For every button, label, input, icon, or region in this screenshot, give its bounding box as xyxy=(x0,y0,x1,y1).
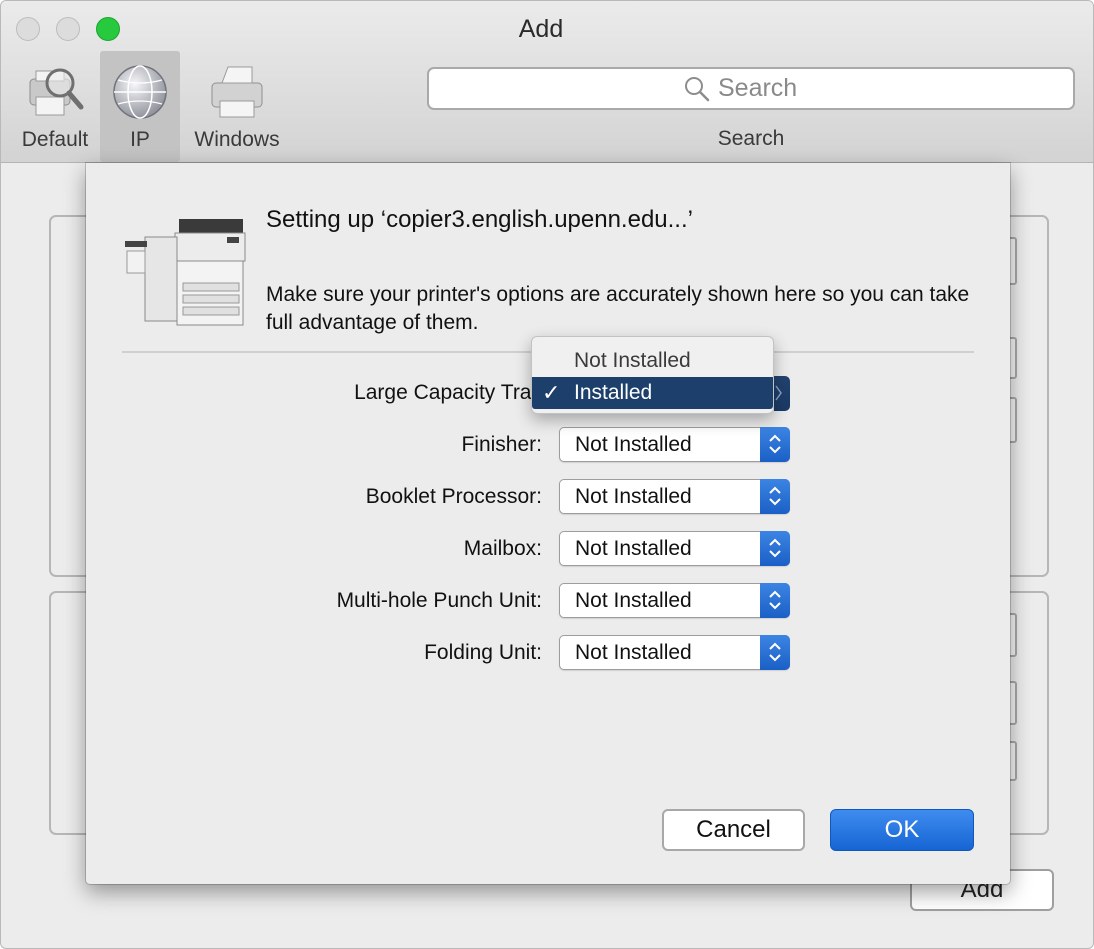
toolbar-windows-button[interactable]: Windows xyxy=(185,51,289,162)
toolbar-ip-label: IP xyxy=(130,128,150,151)
up-down-chevron-icon xyxy=(769,486,781,506)
popup-stepper xyxy=(760,635,790,670)
window-title: Add xyxy=(518,15,564,43)
checkmark-icon: ✓ xyxy=(542,380,561,405)
mailbox-value: Not Installed xyxy=(575,537,692,560)
title-toolbar: Add Default IP Windows Search Search xyxy=(1,1,1093,163)
toolbar-default-button[interactable]: Default xyxy=(11,51,99,162)
folding-unit-value: Not Installed xyxy=(575,641,692,664)
finisher-value: Not Installed xyxy=(575,433,692,456)
booklet-processor-value: Not Installed xyxy=(575,485,692,508)
multi-hole-punch-unit-popup[interactable]: Not Installed xyxy=(559,583,790,618)
toolbar-default-label: Default xyxy=(21,128,89,151)
sheet-title: Setting up ‘copier3.english.upenn.edu...… xyxy=(266,206,693,233)
up-down-chevron-icon xyxy=(769,590,781,610)
option-label-large-capacity-tray: Large Capacity Tray xyxy=(354,381,542,404)
search-field[interactable] xyxy=(427,67,1075,110)
option-label-mailbox: Mailbox: xyxy=(463,537,542,560)
option-label-multi-hole-punch-unit: Multi-hole Punch Unit: xyxy=(336,589,542,612)
multi-hole-punch-unit-value: Not Installed xyxy=(575,589,692,612)
menu-item-label: Not Installed xyxy=(574,349,691,372)
printer-setup-sheet: Setting up ‘copier3.english.upenn.edu...… xyxy=(86,163,1010,884)
popup-stepper xyxy=(760,427,790,462)
search-input[interactable] xyxy=(718,74,818,103)
copier-printer-icon xyxy=(125,219,246,326)
search-label: Search xyxy=(717,127,785,150)
up-down-chevron-icon xyxy=(769,642,781,662)
chevron-right-icon xyxy=(775,385,782,401)
windows-printer-icon xyxy=(211,66,263,118)
ok-button[interactable]: OK xyxy=(830,809,974,851)
toolbar-ip-button[interactable]: IP xyxy=(100,51,180,162)
sheet-message: Make sure your printer's options are acc… xyxy=(266,283,970,334)
option-label-booklet-processor: Booklet Processor: xyxy=(365,485,542,508)
menu-item-not-installed[interactable]: Not Installed xyxy=(532,345,773,377)
popup-stepper xyxy=(760,583,790,618)
toolbar-windows-label: Windows xyxy=(194,128,280,151)
magnifier-icon xyxy=(685,76,710,101)
globe-icon xyxy=(113,65,167,119)
mailbox-popup[interactable]: Not Installed xyxy=(559,531,790,566)
popup-stepper xyxy=(760,531,790,566)
finisher-popup[interactable]: Not Installed xyxy=(559,427,790,462)
popup-stepper xyxy=(760,479,790,514)
booklet-processor-popup[interactable]: Not Installed xyxy=(559,479,790,514)
up-down-chevron-icon xyxy=(769,434,781,454)
folding-unit-popup[interactable]: Not Installed xyxy=(559,635,790,670)
menu-item-installed[interactable]: ✓ Installed xyxy=(532,377,773,409)
menu-item-label: Installed xyxy=(574,381,653,404)
add-printer-window: Add Default IP Windows Search Search Add… xyxy=(0,0,1094,949)
printer-magnifier-icon xyxy=(29,68,84,116)
option-label-finisher: Finisher: xyxy=(461,433,542,456)
large-capacity-tray-popup-stepper[interactable] xyxy=(774,376,790,411)
large-capacity-tray-dropdown-menu: Not Installed ✓ Installed xyxy=(531,336,774,414)
option-label-folding-unit: Folding Unit: xyxy=(424,641,542,664)
cancel-button[interactable]: Cancel xyxy=(662,809,805,851)
up-down-chevron-icon xyxy=(769,538,781,558)
